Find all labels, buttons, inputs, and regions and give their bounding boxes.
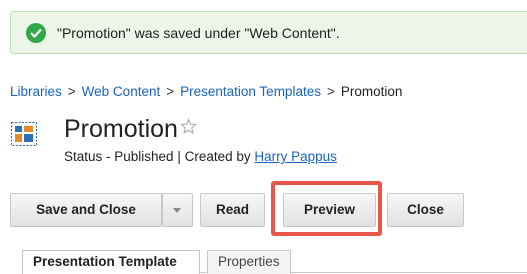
- breadcrumb-current: Promotion: [340, 84, 403, 99]
- breadcrumb-libraries[interactable]: Libraries: [10, 84, 62, 99]
- author-link[interactable]: Harry Pappus: [254, 149, 337, 164]
- breadcrumb-separator: >: [166, 84, 175, 99]
- tab-presentation-template[interactable]: Presentation Template: [22, 250, 200, 274]
- preview-highlight: [271, 181, 382, 236]
- save-options-dropdown-button[interactable]: [162, 193, 193, 227]
- breadcrumb-web-content[interactable]: Web Content: [82, 84, 161, 99]
- alert-message: "Promotion" was saved under "Web Content…: [57, 25, 340, 41]
- close-button[interactable]: Close: [387, 193, 464, 227]
- breadcrumb-separator: >: [326, 84, 335, 99]
- chevron-down-icon: [173, 208, 181, 213]
- read-button[interactable]: Read: [200, 193, 265, 227]
- save-and-close-button[interactable]: Save and Close: [10, 193, 162, 227]
- page-title: Promotion: [64, 115, 178, 143]
- check-circle-icon: [26, 23, 46, 43]
- favorite-star-icon[interactable]: [180, 118, 197, 140]
- breadcrumb-separator: >: [67, 84, 76, 99]
- presentation-template-icon: [11, 122, 37, 146]
- breadcrumb-presentation-templates[interactable]: Presentation Templates: [180, 84, 321, 99]
- breadcrumb: Libraries > Web Content > Presentation Templ…: [10, 84, 402, 99]
- status-line: Status - Published | Created by Harry Pa…: [64, 149, 337, 164]
- status-text: Status - Published | Created by: [64, 149, 255, 164]
- tab-properties[interactable]: Properties: [207, 250, 291, 274]
